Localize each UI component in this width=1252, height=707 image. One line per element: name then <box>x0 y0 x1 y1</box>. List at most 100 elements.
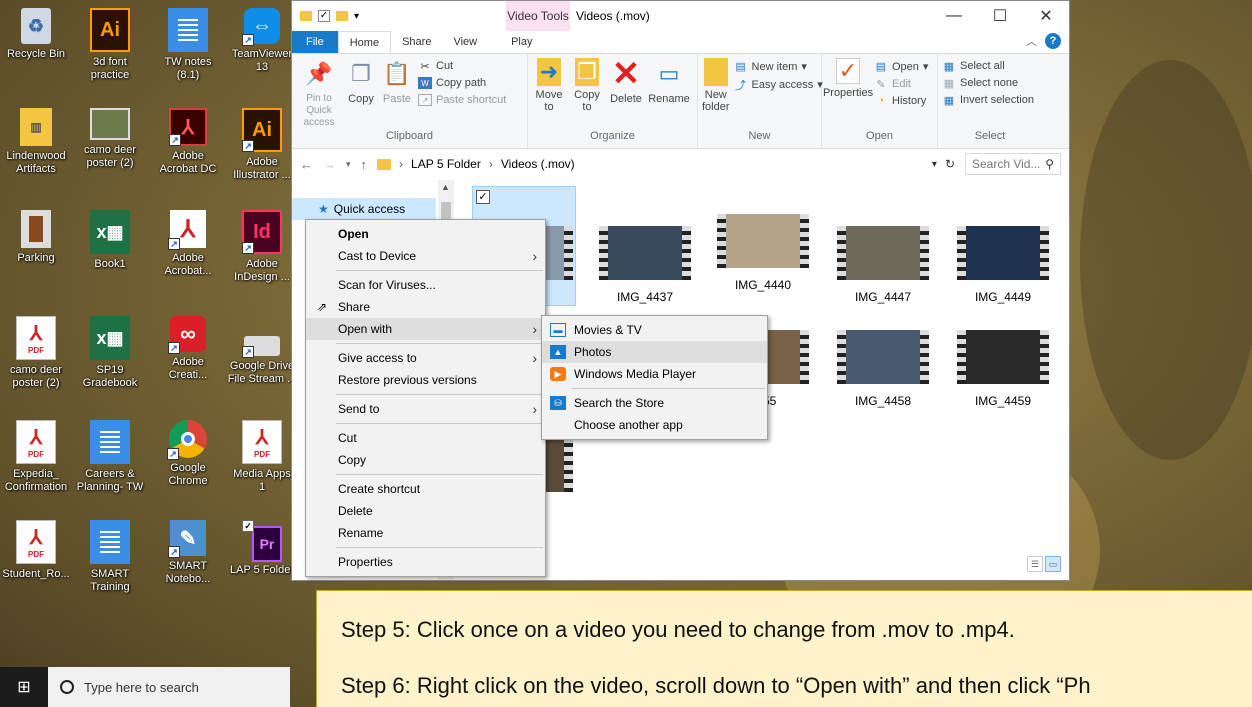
pin-quick-access-button[interactable]: 📌 Pin to Quick access <box>296 58 342 130</box>
address-bar[interactable]: › LAP 5 Folder › Videos (.mov) ▾ ↻ <box>377 153 955 175</box>
menu-cut[interactable]: Cut <box>306 427 545 449</box>
menu-scan-viruses[interactable]: Scan for Viruses... <box>306 274 545 296</box>
open-button[interactable]: ▤ Open ▾ <box>874 60 929 74</box>
close-icon[interactable]: ✕ <box>1023 1 1069 31</box>
file-tile[interactable]: IMG_4437 <box>590 226 700 304</box>
desktop-icon[interactable]: ↗ Google Chrome <box>152 420 224 488</box>
desktop-icon[interactable]: ⇔ ↗ TeamViewer 13 <box>226 8 298 74</box>
desktop-icon[interactable]: ⅄ ↗ Adobe Acrobat DC <box>152 108 224 176</box>
scroll-up-icon[interactable]: ▲ <box>441 182 450 192</box>
submenu-windows-media-player[interactable]: ▶ Windows Media Player <box>542 363 767 385</box>
selection-checkbox[interactable]: ✓ <box>476 190 490 204</box>
select-none-button[interactable]: ▦ Select none <box>942 77 1034 90</box>
menu-open-with[interactable]: Open with › <box>306 318 545 340</box>
taskbar-search[interactable]: Type here to search <box>48 667 290 707</box>
paste-shortcut-button[interactable]: ↗ Paste shortcut <box>418 94 506 106</box>
rename-button[interactable]: ▭ Rename <box>648 58 690 130</box>
file-tile[interactable]: IMG_4447 <box>828 226 938 304</box>
context-tab-video-tools[interactable]: Video Tools <box>506 1 570 31</box>
desktop-icon[interactable]: ⅄ PDF Expedia_ Confirmation <box>0 420 72 494</box>
submenu-movies-tv[interactable]: ▬ Movies & TV <box>542 319 767 341</box>
refresh-icon[interactable]: ↻ <box>945 157 955 171</box>
copy-path-button[interactable]: W Copy path <box>418 77 506 89</box>
tab-play[interactable]: Play <box>500 31 543 53</box>
breadcrumb-videos[interactable]: Videos (.mov) <box>501 157 575 171</box>
minimize-icon[interactable]: — <box>931 1 977 31</box>
properties-button[interactable]: ✓ Properties <box>823 58 873 130</box>
cut-button[interactable]: ✂ Cut <box>418 60 506 73</box>
submenu-photos[interactable]: ▲ Photos <box>542 341 767 363</box>
new-folder-button[interactable]: New folder <box>702 58 730 130</box>
desktop-icon[interactable]: ▥ Lindenwood Artifacts <box>0 108 72 176</box>
desktop-icon[interactable]: Careers & Planning- TW <box>74 420 146 494</box>
desktop-icon[interactable]: ↗ Google Drive File Stream ... <box>226 316 298 386</box>
menu-copy[interactable]: Copy <box>306 449 545 471</box>
file-tile[interactable]: IMG_4458 <box>828 330 938 408</box>
menu-give-access[interactable]: Give access to › <box>306 347 545 369</box>
recent-dropdown-icon[interactable]: ▾ <box>346 159 351 170</box>
details-view-icon[interactable]: ☰ <box>1027 556 1043 572</box>
file-tile[interactable]: IMG_4449 <box>948 226 1058 304</box>
menu-delete[interactable]: Delete <box>306 500 545 522</box>
new-folder-icon[interactable] <box>336 11 348 21</box>
help-icon[interactable]: ? <box>1045 33 1061 49</box>
desktop-icon[interactable]: ⅄ PDF Student_Ro... <box>0 520 72 581</box>
desktop-icon[interactable]: ⅄ PDF camo deer poster (2) <box>0 316 72 390</box>
delete-button[interactable]: ✕ Delete <box>608 57 644 130</box>
tab-view[interactable]: View <box>442 31 488 53</box>
menu-rename[interactable]: Rename <box>306 522 545 544</box>
desktop-icon[interactable]: ✓ Pr LAP 5 Folder <box>226 520 298 577</box>
desktop-icon[interactable]: ⅄ ↗ Adobe Acrobat... <box>152 210 224 278</box>
desktop-icon[interactable]: Id ↗ Adobe InDesign ... <box>226 210 298 284</box>
file-tile[interactable]: IMG_4440 <box>708 214 818 292</box>
desktop-icon[interactable]: Ai 3d font practice <box>74 8 146 82</box>
maximize-icon[interactable]: ☐ <box>977 1 1023 31</box>
menu-create-shortcut[interactable]: Create shortcut <box>306 478 545 500</box>
tab-file[interactable]: File <box>292 31 338 53</box>
copy-button[interactable]: ❐ Copy <box>346 58 376 130</box>
windows-start-icon[interactable]: ⊞ <box>0 667 48 707</box>
menu-share[interactable]: ⇗ Share <box>306 296 545 318</box>
copy-to-button[interactable]: ❐ Copy to <box>570 58 604 130</box>
submenu-choose-app[interactable]: Choose another app <box>542 414 767 436</box>
move-to-button[interactable]: ➜ Move to <box>532 58 566 130</box>
back-arrow-icon[interactable]: ← <box>300 157 313 172</box>
easy-access-button[interactable]: ⤴ Easy access ▾ <box>734 78 823 92</box>
paste-button[interactable]: 📋 Paste <box>380 58 414 130</box>
desktop-icon[interactable]: SMART Training <box>74 520 146 594</box>
menu-open[interactable]: Open <box>306 223 545 245</box>
address-dropdown-icon[interactable]: ▾ <box>932 159 937 170</box>
menu-restore-versions[interactable]: Restore previous versions <box>306 369 545 391</box>
desktop-icon[interactable]: Ai ↗ Adobe Illustrator ... <box>226 108 298 182</box>
edit-button[interactable]: ✎ Edit <box>874 78 928 91</box>
forward-arrow-icon[interactable]: → <box>323 157 336 172</box>
desktop-icon[interactable]: x▦ SP19 Gradebook <box>74 316 146 390</box>
breadcrumb-lap5[interactable]: LAP 5 Folder <box>411 157 481 171</box>
desktop-icon[interactable]: x▦ Book1 <box>74 210 146 271</box>
invert-selection-button[interactable]: ▦ Invert selection <box>942 94 1034 107</box>
desktop-icon[interactable]: ✎ ↗ SMART Notebo... <box>152 520 224 586</box>
file-tile[interactable]: IMG_4459 <box>948 330 1058 408</box>
menu-send-to[interactable]: Send to › <box>306 398 545 420</box>
menu-cast-to-device[interactable]: Cast to Device › <box>306 245 545 267</box>
collapse-ribbon-icon[interactable]: ︿ <box>1026 33 1037 49</box>
properties-checkbox-icon[interactable]: ✓ <box>318 10 330 22</box>
customize-dropdown-icon[interactable]: ▾ <box>354 11 359 22</box>
search-box[interactable]: Search Vid... ⚲ <box>965 153 1061 175</box>
desktop-icon[interactable]: ⅄ PDF Media Apps 1 <box>226 420 298 494</box>
menu-properties[interactable]: Properties <box>306 551 545 573</box>
tab-share[interactable]: Share <box>391 31 442 53</box>
submenu-search-store[interactable]: ⛁ Search the Store <box>542 392 767 414</box>
desktop-icon[interactable]: ∞ ↗ Adobe Creati... <box>152 316 224 382</box>
desktop-icon[interactable]: TW notes (8.1) <box>152 8 224 82</box>
desktop-icon[interactable]: camo deer poster (2) <box>74 108 146 170</box>
new-item-button[interactable]: ▤ New item ▾ <box>734 60 823 74</box>
up-arrow-icon[interactable]: ↑ <box>361 157 368 172</box>
desktop-icon[interactable]: Parking <box>0 210 72 265</box>
select-all-button[interactable]: ▦ Select all <box>942 60 1034 73</box>
nav-quick-access[interactable]: ★ Quick access <box>292 198 436 220</box>
history-button[interactable]: ◔ History <box>874 95 928 107</box>
tab-home[interactable]: Home <box>337 31 392 53</box>
large-icons-view-icon[interactable]: ▭ <box>1045 556 1061 572</box>
desktop-icon[interactable]: ♻ Recycle Bin <box>0 8 72 61</box>
